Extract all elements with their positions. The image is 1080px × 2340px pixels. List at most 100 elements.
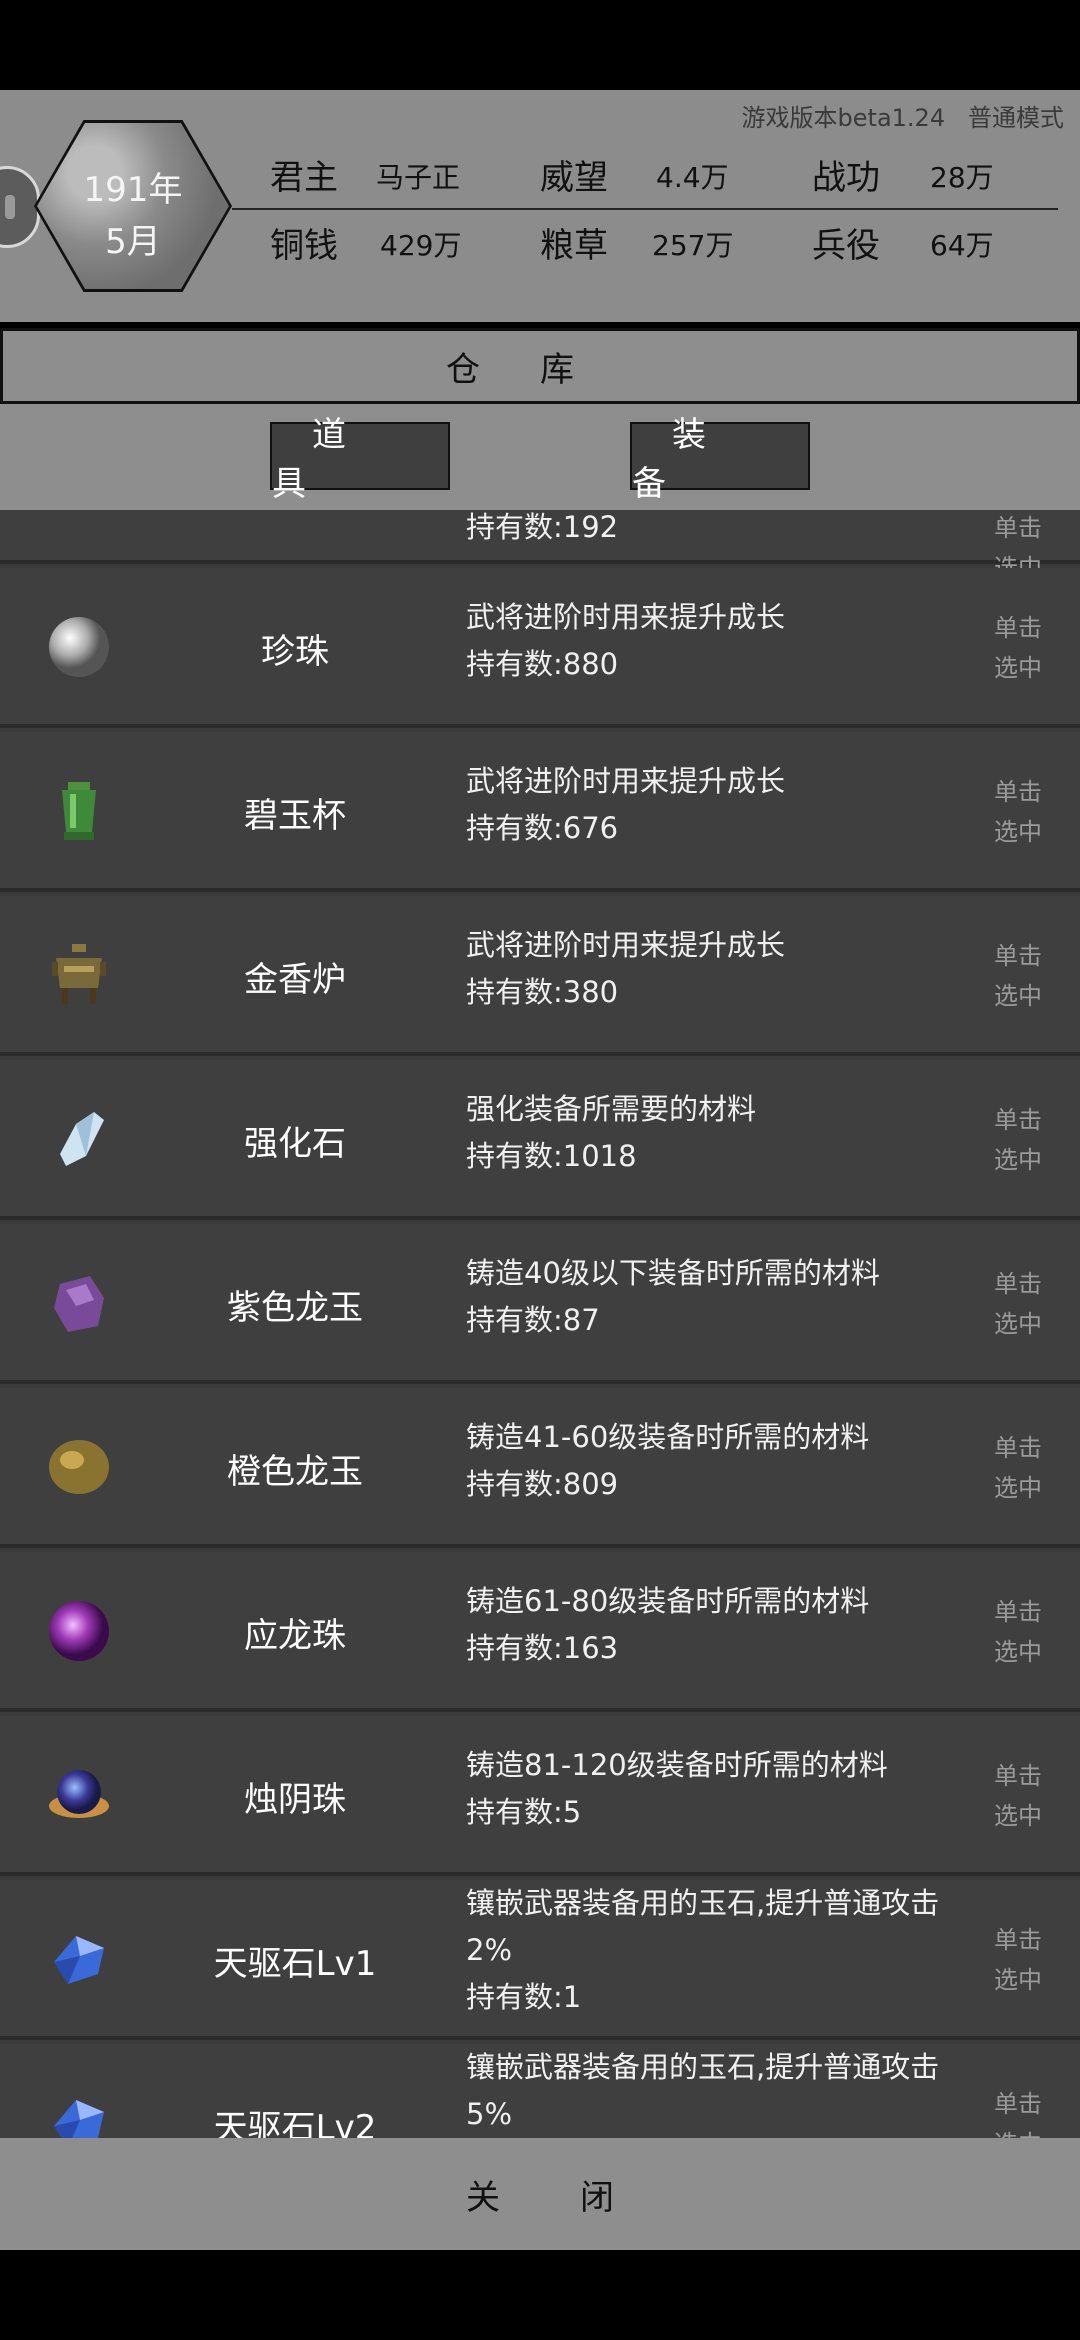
item-description: 镶嵌武器装备用的玉石,提升普通攻击2% 持有数:1 (466, 1880, 966, 2021)
select-hint-text: 单击选中 (994, 942, 1042, 1010)
item-count: 持有数:380 (466, 975, 619, 1009)
item-desc-text: 铸造81-120级装备时所需的材料 (466, 1748, 888, 1782)
list-item[interactable]: 强化石 强化装备所需要的材料 持有数:1018 单击选中 (0, 1060, 1080, 1220)
item-desc-text: 强化装备所需要的材料 (466, 1092, 757, 1126)
item-desc-text: 铸造61-80级装备时所需的材料 (466, 1584, 870, 1618)
prestige-value: 4.4万 (656, 161, 729, 194)
sapphire-icon (46, 2090, 112, 2138)
select-hint-text: 单击选中 (994, 1434, 1042, 1502)
year-label: 191年 (83, 170, 183, 210)
grain-value: 257万 (652, 229, 734, 262)
item-description: 铸造81-120级装备时所需的材料 持有数:5 (466, 1742, 966, 1836)
select-hint[interactable]: 单击选中 (994, 1264, 1046, 1344)
lord-label: 君主 (270, 158, 338, 198)
list-item-partial[interactable]: 持有数:192 单击选中 (0, 510, 1080, 582)
tab-bar: 道具 装备 (0, 404, 1080, 510)
app: 游戏版本beta1.24 普通模式 191年 5月 君主 马子正 威望 4.4万… (0, 0, 1080, 2340)
list-item[interactable]: 天驱石Lv1 镶嵌武器装备用的玉石,提升普通攻击2% 持有数:1 单击选中 (0, 1880, 1080, 2040)
item-name: 应龙珠 (244, 1616, 346, 1656)
item-description: 强化装备所需要的材料 持有数:1018 (466, 1086, 966, 1180)
item-description: 铸造41-60级装备时所需的材料 持有数:809 (466, 1414, 966, 1508)
item-name: 烛阴珠 (244, 1780, 346, 1820)
list-item[interactable]: 橙色龙玉 铸造41-60级装备时所需的材料 持有数:809 单击选中 (0, 1388, 1080, 1548)
close-button[interactable]: 关闭 (0, 2138, 1080, 2250)
item-description: 镶嵌武器装备用的玉石,提升普通攻击5% (466, 2044, 966, 2138)
item-desc-text: 镶嵌武器装备用的玉石,提升普通攻击2% (466, 1886, 940, 1967)
item-desc-text: 铸造41-60级装备时所需的材料 (466, 1420, 870, 1454)
item-desc-text: 镶嵌武器装备用的玉石,提升普通攻击5% (466, 2050, 940, 2131)
item-desc-text: 武将进阶时用来提升成长 (466, 600, 786, 634)
item-count: 持有数:192 (466, 510, 619, 544)
item-count: 持有数:809 (466, 1467, 619, 1501)
select-hint[interactable]: 单击选中 (994, 1100, 1046, 1180)
item-name: 天驱石Lv1 (213, 1944, 377, 1984)
select-hint[interactable]: 单击选中 (994, 2084, 1046, 2138)
prestige-label: 威望 (540, 158, 608, 198)
tab-items[interactable]: 道具 (270, 415, 450, 504)
mode-label: 普通模式 (968, 104, 1064, 132)
list-item[interactable]: 紫色龙玉 铸造40级以下装备时所需的材料 持有数:87 单击选中 (0, 1224, 1080, 1384)
select-hint[interactable]: 单击选中 (994, 1920, 1046, 2000)
list-item[interactable]: 金香炉 武将进阶时用来提升成长 持有数:380 单击选中 (0, 896, 1080, 1056)
item-description: 武将进阶时用来提升成长 持有数:880 (466, 594, 966, 688)
item-name: 珍珠 (261, 632, 329, 672)
copper-value: 429万 (380, 229, 462, 262)
select-hint-text: 单击选中 (994, 1106, 1042, 1174)
item-list[interactable]: 持有数:192 单击选中 珍珠 武将进阶时用来提升成长 持有数:880 单击选中… (0, 510, 1080, 2138)
list-item[interactable]: 珍珠 武将进阶时用来提升成长 持有数:880 单击选中 (0, 568, 1080, 728)
item-count: 持有数:880 (466, 647, 619, 681)
select-hint-text: 单击选中 (994, 1762, 1042, 1830)
list-item[interactable]: 天驱石Lv2 镶嵌武器装备用的玉石,提升普通攻击5% 单击选中 (0, 2044, 1080, 2138)
status-header: 游戏版本beta1.24 普通模式 191年 5月 君主 马子正 威望 4.4万… (0, 90, 1080, 322)
select-hint-text: 单击选中 (994, 614, 1042, 682)
select-hint[interactable]: 单击选中 (994, 608, 1046, 688)
item-description: 武将进阶时用来提升成长 持有数:676 (466, 758, 966, 852)
item-count: 持有数:5 (466, 1795, 582, 1829)
select-hint-text: 单击选中 (994, 1598, 1042, 1666)
version-info: 游戏版本beta1.24 普通模式 (742, 98, 1064, 133)
list-item[interactable]: 碧玉杯 武将进阶时用来提升成长 持有数:676 单击选中 (0, 732, 1080, 892)
item-count: 持有数:1018 (466, 1139, 637, 1173)
jade-cup-icon (46, 778, 112, 844)
select-hint-text: 单击选中 (994, 1926, 1042, 1994)
lord-value: 马子正 (376, 161, 461, 194)
copper-label: 铜钱 (270, 226, 338, 266)
item-desc-text: 铸造40级以下装备时所需的材料 (466, 1256, 880, 1290)
grain-label: 粮草 (540, 226, 608, 266)
select-hint[interactable]: 单击选中 (994, 1756, 1046, 1836)
candle-orb-icon (46, 1762, 112, 1828)
item-description: 武将进阶时用来提升成长 持有数:380 (466, 922, 966, 1016)
item-name: 强化石 (244, 1124, 346, 1164)
select-hint[interactable]: 单击选中 (994, 1428, 1046, 1508)
golden-censer-icon (46, 942, 112, 1008)
item-icon (46, 510, 112, 516)
item-description: 铸造40级以下装备时所需的材料 持有数:87 (466, 1250, 966, 1344)
list-item[interactable]: 烛阴珠 铸造81-120级装备时所需的材料 持有数:5 单击选中 (0, 1716, 1080, 1876)
select-hint-text: 单击选中 (994, 778, 1042, 846)
crystal-icon (46, 1106, 112, 1172)
select-hint-text: 单击选中 (994, 1270, 1042, 1338)
stats-divider (232, 208, 1058, 210)
version-label: 游戏版本beta1.24 (741, 104, 946, 132)
list-item[interactable]: 应龙珠 铸造61-80级装备时所需的材料 持有数:163 单击选中 (0, 1552, 1080, 1712)
troops-value: 64万 (930, 229, 994, 262)
merit-label: 战功 (812, 158, 880, 198)
merit-value: 28万 (930, 161, 994, 194)
tab-equipment[interactable]: 装备 (630, 415, 810, 504)
item-name: 紫色龙玉 (227, 1288, 363, 1328)
item-count: 持有数:676 (466, 811, 619, 845)
month-label: 5月 (105, 222, 161, 262)
sapphire-icon (46, 1926, 112, 1992)
select-hint[interactable]: 单击选中 (994, 936, 1046, 1016)
item-count: 持有数:1 (466, 1980, 582, 2014)
side-toggle-button[interactable] (0, 166, 40, 248)
warehouse-title: 仓库 (0, 328, 1080, 404)
item-desc-text: 武将进阶时用来提升成长 (466, 764, 786, 798)
select-hint[interactable]: 单击选中 (994, 1592, 1046, 1672)
select-hint[interactable]: 单击选中 (994, 772, 1046, 852)
item-desc-text: 武将进阶时用来提升成长 (466, 928, 786, 962)
item-name: 天驱石Lv2 (213, 2108, 377, 2138)
item-count: 持有数:163 (466, 1631, 619, 1665)
item-name: 橙色龙玉 (227, 1452, 363, 1492)
pearl-icon (46, 614, 112, 680)
